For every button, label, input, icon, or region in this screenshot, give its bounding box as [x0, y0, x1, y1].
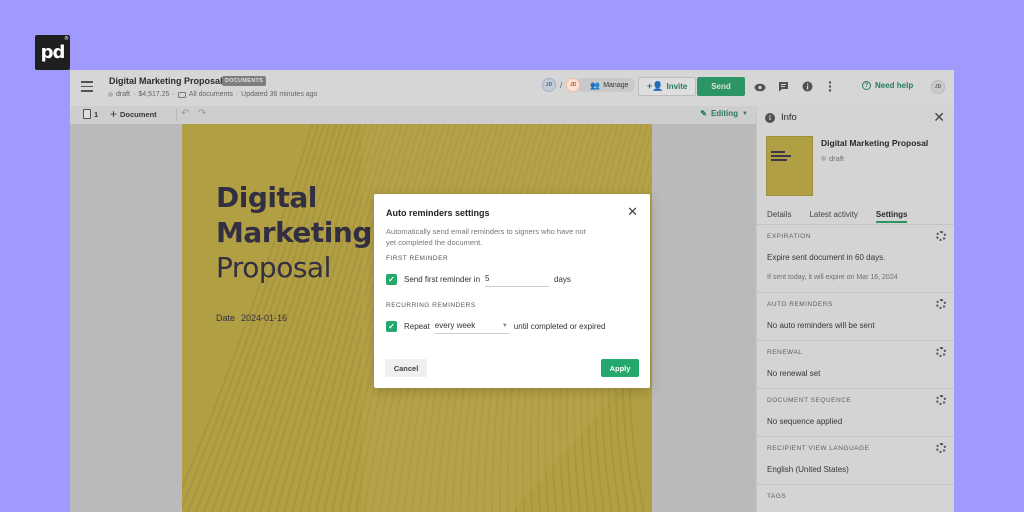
- cancel-button[interactable]: Cancel: [385, 359, 427, 377]
- dialog-description: Automatically send email reminders to si…: [386, 227, 586, 247]
- recurring-reminder-row: ✓ Repeat every week ▼ until completed or…: [386, 319, 605, 334]
- auto-reminders-dialog: Auto reminders settings ✕ Automatically …: [374, 194, 650, 388]
- repeat-frequency-select[interactable]: every week ▼: [434, 319, 509, 334]
- chevron-down-icon: ▼: [501, 323, 508, 329]
- logo-text: pd: [40, 42, 66, 63]
- repeat-text: Repeat: [404, 322, 430, 331]
- days-unit: days: [554, 275, 571, 284]
- brand-logo: pd ®: [35, 35, 70, 70]
- first-reminder-days-input[interactable]: 5: [485, 272, 550, 287]
- apply-button[interactable]: Apply: [601, 359, 639, 377]
- recurring-reminder-checkbox[interactable]: ✓: [386, 321, 397, 332]
- first-reminder-row: ✓ Send first reminder in 5 days: [386, 272, 571, 287]
- dialog-title: Auto reminders settings: [386, 208, 490, 218]
- first-reminder-text: Send first reminder in: [404, 275, 481, 284]
- repeat-suffix: until completed or expired: [513, 322, 606, 331]
- recurring-reminders-label: RECURRING REMINDERS: [386, 302, 476, 309]
- logo-mark: ®: [64, 36, 69, 42]
- first-reminder-checkbox[interactable]: ✓: [386, 274, 397, 285]
- close-icon[interactable]: ✕: [627, 204, 638, 220]
- first-reminder-label: FIRST REMINDER: [386, 255, 449, 262]
